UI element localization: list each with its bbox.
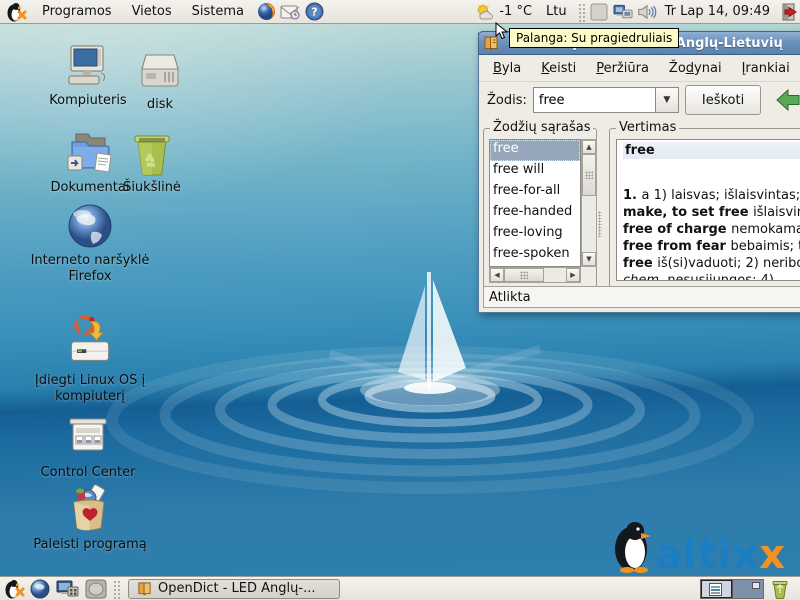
hscroll-thumb[interactable]	[504, 268, 544, 282]
task-button-opendict[interactable]: OpenDict - LED Anglų-...	[128, 579, 340, 599]
scroll-up-icon[interactable]: ▲	[582, 140, 596, 154]
desktop-icon-label: Šiukšlinė	[123, 180, 181, 196]
definition-line: make, to set free išlaisvin	[623, 204, 800, 221]
chevron-down-icon: ▼	[663, 95, 670, 105]
install-os-icon	[66, 312, 114, 370]
bottom-panel: OpenDict - LED Anglų-...	[0, 576, 800, 600]
back-arrow-icon[interactable]	[775, 87, 800, 113]
baltix-taskbar-icon[interactable]	[4, 579, 26, 599]
definition-line: chem. nesusijungęs; 4)	[623, 272, 800, 281]
window-menu-byla[interactable]: Byla	[485, 58, 529, 79]
opendict-task-icon	[137, 581, 152, 596]
pane-splitter[interactable]	[597, 120, 603, 288]
trash-icon	[128, 129, 176, 177]
desktop-icon-install-os[interactable]: Įdiegti Linux OS į kompiuterį	[22, 312, 158, 405]
weather-tooltip: Palanga: Su pragiedruliais	[509, 28, 679, 48]
word-list-horizontal-scrollbar[interactable]: ◀ ▶	[489, 267, 581, 283]
menu-sistema[interactable]: Sistema	[182, 0, 254, 24]
keyboard-layout-indicator[interactable]: Ltu	[538, 4, 575, 19]
weather-temperature[interactable]: -1 °C	[497, 4, 538, 19]
definition-line: free from fear bebaimis; t	[623, 238, 800, 255]
scroll-right-icon[interactable]: ▶	[566, 268, 580, 282]
desktop-icon-disk[interactable]: disk	[100, 46, 220, 113]
baltix-penguin-icon	[611, 519, 655, 573]
search-combobox: ▼	[533, 87, 679, 113]
window-toolbar: Žodis: ▼ Ieškoti	[479, 82, 800, 118]
word-list-item[interactable]: free	[490, 140, 580, 161]
word-list-item[interactable]: free-for-all	[490, 182, 580, 203]
tray-blank-icon[interactable]	[589, 2, 609, 22]
definition-line: free iš(si)vaduoti; 2) neribo	[623, 255, 800, 272]
volume-icon[interactable]	[637, 2, 657, 22]
definition-line: 1. a 1) laisvas; išlaisvintas; t	[623, 187, 800, 204]
taskbar-drag-handle[interactable]	[112, 579, 120, 599]
logout-icon[interactable]	[778, 2, 798, 22]
workspace-1[interactable]	[701, 580, 732, 598]
window-menu-įrankiai[interactable]: Įrankiai	[734, 58, 798, 79]
clock-applet[interactable]: Tr Lap 14, 09:49	[659, 4, 776, 19]
workspace-switcher[interactable]	[700, 579, 764, 599]
translation-group-label: Vertimas	[616, 120, 679, 135]
window-menu-žodynai[interactable]: Žodynai	[661, 58, 730, 79]
baltix-word: altix	[655, 532, 759, 578]
word-list-item[interactable]: free-handed	[490, 203, 580, 224]
desktop-icon-run-application[interactable]: Paleisti programą	[22, 482, 158, 553]
help-icon[interactable]: ?	[304, 2, 324, 22]
translation-panel[interactable]: free 1. a 1) laisvas; išlaisvintas; tmak…	[616, 139, 800, 281]
translation-definition: 1. a 1) laisvas; išlaisvintas; tmake, to…	[623, 187, 800, 281]
word-list[interactable]: freefree willfree-for-allfree-handedfree…	[489, 139, 581, 267]
desktop-icon-trash[interactable]: Šiukšlinė	[92, 129, 212, 196]
baltix-menu-icon[interactable]	[6, 2, 28, 22]
scroll-down-icon[interactable]: ▼	[582, 252, 596, 266]
baltix-word-x: x	[759, 532, 786, 578]
workspace-2[interactable]	[732, 580, 763, 598]
word-label: Žodis:	[487, 93, 527, 108]
weather-icon[interactable]	[475, 2, 495, 22]
firefox-icon[interactable]	[256, 2, 276, 22]
task-button-label: OpenDict - LED Anglų-...	[158, 581, 315, 596]
menu-programos[interactable]: Programos	[32, 0, 122, 24]
desktop-icon-label: Control Center	[41, 465, 136, 481]
taskbar-trash-icon[interactable]	[770, 579, 790, 599]
mouse-cursor	[494, 22, 510, 40]
translation-groupbox: Vertimas free 1. a 1) laisvas; išlaisvin…	[609, 128, 800, 288]
window-menubar: BylaKeistiPeržiūraŽodynaiĮrankiaiPagalba	[479, 55, 800, 82]
word-list-item[interactable]: free-spoken	[490, 245, 580, 266]
desktop-icon-label: disk	[147, 97, 173, 113]
svg-text:?: ?	[311, 6, 317, 19]
web-browser-icon	[66, 202, 114, 250]
mail-icon[interactable]	[280, 2, 300, 22]
word-list-vertical-scrollbar[interactable]: ▲ ▼	[581, 139, 597, 267]
panel-drag-handle[interactable]	[577, 2, 585, 22]
search-input[interactable]	[533, 87, 655, 113]
opendict-window: OpenDict - LED Anglų-Lietuvių BylaKeisti…	[478, 32, 800, 313]
word-list-item[interactable]: free will	[490, 161, 580, 182]
word-list-item[interactable]: free-loving	[490, 224, 580, 245]
desktop-icon-control-center[interactable]: Control Center	[20, 414, 156, 481]
menu-vietos[interactable]: Vietos	[122, 0, 182, 24]
media-player-icon[interactable]	[54, 579, 80, 599]
desktop-icon-label: Interneto naršyklė Firefox	[25, 253, 155, 285]
top-panel: Programos Vietos Sistema ?	[0, 0, 800, 24]
vscroll-thumb[interactable]	[582, 154, 596, 196]
desktop-icon-label: Įdiegti Linux OS į kompiuterį	[25, 373, 155, 405]
show-desktop-button[interactable]	[84, 579, 108, 599]
search-button[interactable]: Ieškoti	[685, 85, 761, 115]
network-monitor-icon[interactable]	[613, 2, 633, 22]
translation-headword: free	[623, 142, 800, 159]
word-list-group-label: Žodžių sąrašas	[490, 120, 593, 135]
scroll-left-icon[interactable]: ◀	[490, 268, 504, 282]
combobox-dropdown-button[interactable]: ▼	[655, 87, 679, 113]
control-center-icon	[64, 414, 112, 462]
window-menu-peržiūra[interactable]: Peržiūra	[588, 58, 657, 79]
desktop-icon-firefox[interactable]: Interneto naršyklė Firefox	[22, 202, 158, 285]
run-application-icon	[66, 482, 114, 534]
harddisk-icon	[136, 46, 184, 94]
window-menu-keisti[interactable]: Keisti	[533, 58, 584, 79]
word-list-groupbox: Žodžių sąrašas freefree willfree-for-all…	[483, 128, 597, 288]
definition-line: free of charge nemokama	[623, 221, 800, 238]
desktop-icon-label: Paleisti programą	[33, 537, 147, 553]
window-statusbar: Atlikta	[483, 286, 800, 308]
web-launcher-icon[interactable]	[30, 579, 50, 599]
